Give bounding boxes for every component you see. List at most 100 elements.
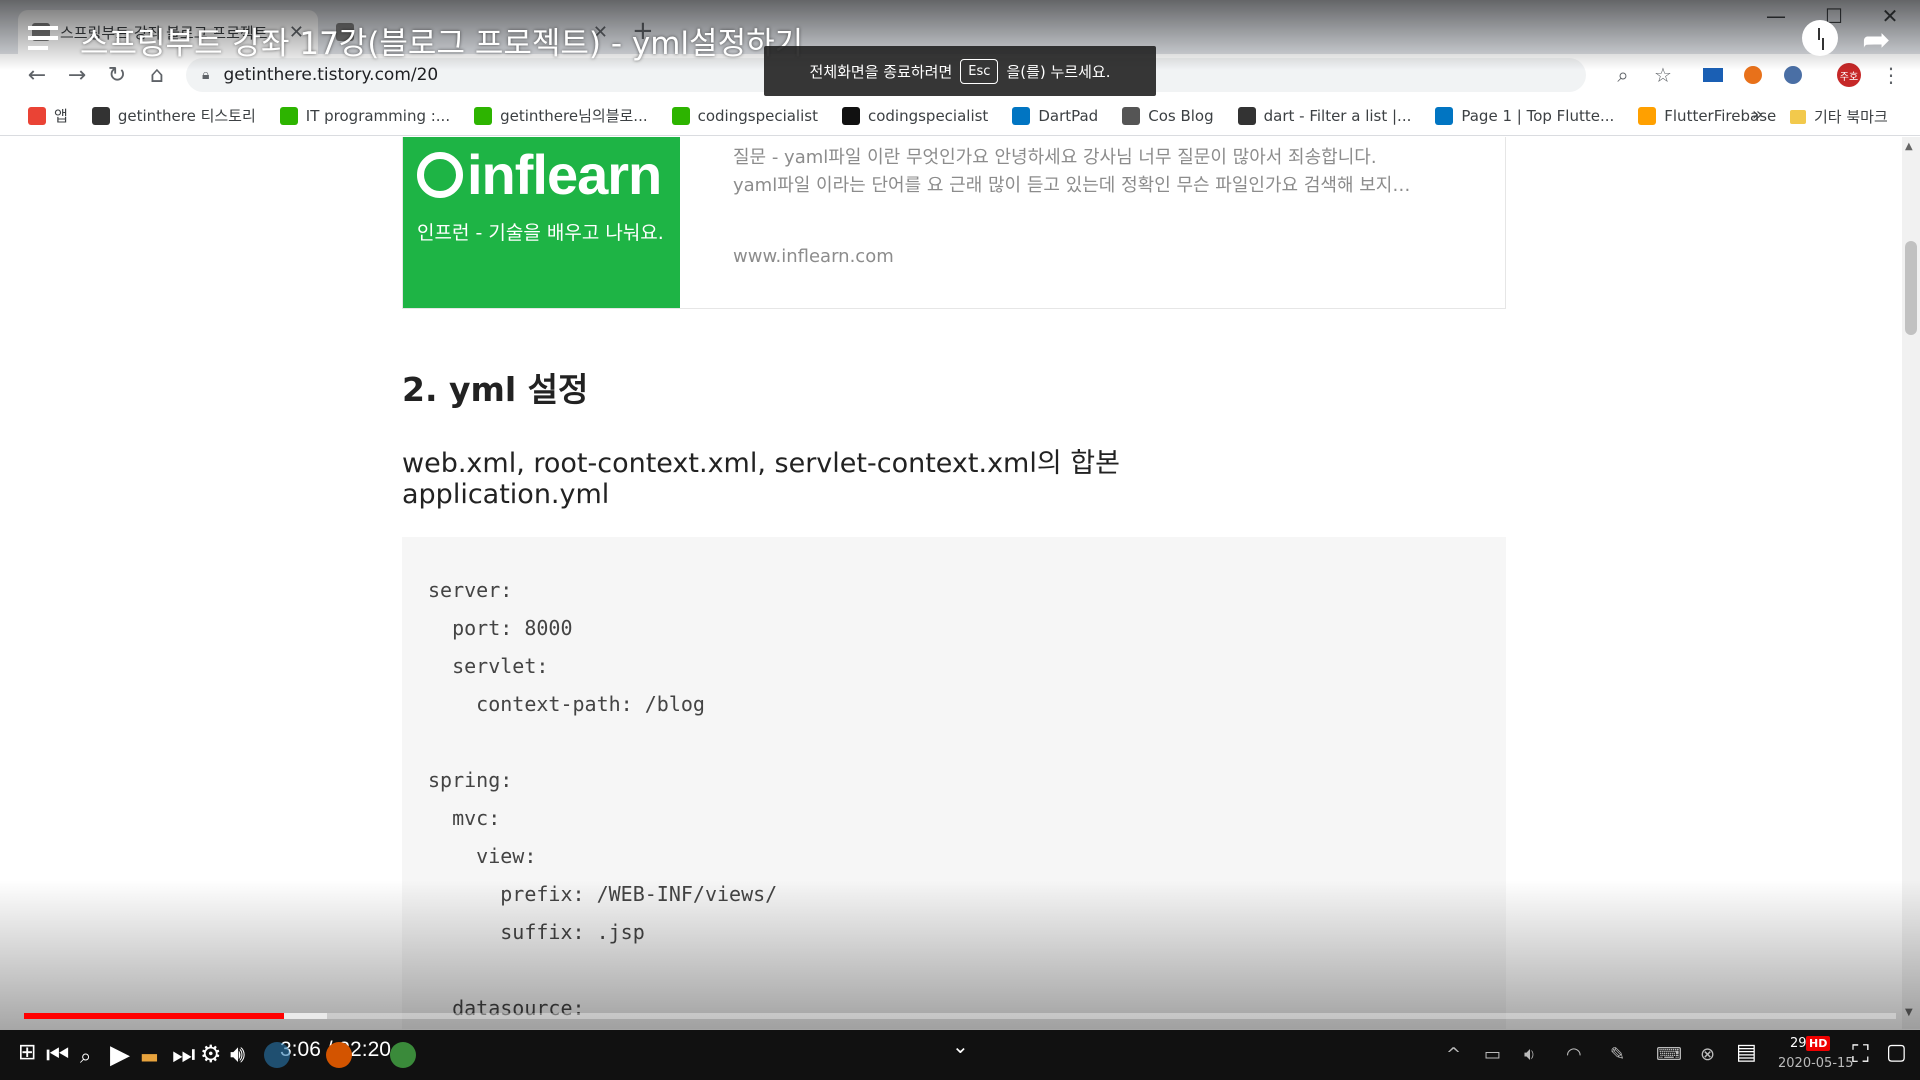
profile-avatar[interactable]: 주호 [1836,62,1862,88]
bookmark-item[interactable]: Page 1 | Top Flutte... [1435,106,1615,125]
windows-start-icon[interactable]: ⊞ [18,1040,36,1065]
watch-later-clock-icon[interactable] [1802,20,1838,56]
app-taskbar-icon[interactable] [390,1042,416,1068]
other-bookmarks[interactable]: 기타 북마크 [1790,106,1888,127]
notification-icon[interactable]: ▢ [1886,1040,1907,1065]
lock-icon: 🔒︎ [202,67,210,83]
speaker-icon[interactable]: 🔉︎ [1524,1044,1535,1065]
extension-icon[interactable] [1740,62,1766,88]
folder-icon[interactable]: ▬ [140,1044,159,1068]
paragraph: application.yml [402,479,610,510]
bookmark-label: Page 1 | Top Flutte... [1461,106,1615,125]
settings-gear-icon[interactable]: ⚙ [200,1040,222,1068]
scroll-down-icon[interactable]: ▼ [1905,1007,1913,1018]
tistory-icon [91,106,110,125]
taskbar: ⊞ ⏮ ⌕ ▶ ▬ ⏭ ⚙ 🔊︎ 3:06 / 22:20 ⌄ ^ ▭ 🔉︎ ◠… [0,1030,1920,1080]
bookmark-label: 앱 [54,107,68,125]
bookmark-label: DartPad [1038,106,1099,125]
code-line: context-path: /blog [428,692,705,716]
code-lines: server: port: 8000 servlet: context-path… [428,571,777,1027]
extension-icon[interactable] [1700,62,1726,88]
scroll-up-icon[interactable]: ▲ [1905,141,1913,152]
bookmark-label: getinthere님의블로... [500,107,648,125]
bookmark-item[interactable]: codingspecialist [671,106,818,125]
code-line: port: 8000 [428,616,573,640]
bookmark-item[interactable]: 앱 [28,105,68,126]
search-icon[interactable]: ⌕ [80,1044,91,1068]
bookmark-item[interactable]: IT programming :... [279,106,451,125]
bookmark-label: getinthere 티스토리 [117,107,256,125]
logo-tagline: 인프런 - 기술을 배우고 나눠요. [417,222,664,244]
video-title[interactable]: 스프링부트 강좌 17강(블로그 프로젝트) - yml설정하기 [80,18,803,63]
back-arrow-icon[interactable]: ← [22,60,52,90]
bookmark-item[interactable]: getinthere 티스토리 [91,105,256,126]
share-arrow-icon[interactable]: ➦ [1862,20,1891,60]
page-scrollbar[interactable]: ▲ ▼ [1902,137,1920,1029]
volume-icon[interactable]: 🔊︎ [230,1040,245,1068]
logo-wordmark: inflearn [417,142,662,207]
extension-icon[interactable] [1780,62,1806,88]
bookmark-item[interactable]: DartPad [1012,106,1099,125]
play-icon[interactable]: ▶ [110,1040,130,1070]
code-line: server: [428,578,513,602]
esc-key-badge: Esc [960,58,999,84]
video-progress-bar[interactable] [24,1013,1896,1019]
exit-fullscreen-icon[interactable]: ⛶ [1852,1040,1869,1068]
flutter-icon [1435,106,1454,125]
clock-date: 2020-05-15 [1778,1056,1854,1071]
paragraph: web.xml, root-context.xml, servlet-conte… [402,448,1120,479]
section-heading: 2. yml 설정 [402,370,589,409]
card-host: www.inflearn.com [733,246,894,267]
firebase-icon [1638,106,1657,125]
bookmark-label: codingspecialist [867,106,989,125]
wifi-icon[interactable]: ◠ [1566,1044,1582,1065]
zoom-icon[interactable]: ⌕ [1610,62,1636,88]
forward-arrow-icon[interactable]: → [62,60,92,90]
code-line: datasource: [428,996,585,1020]
bookmark-label: codingspecialist [697,106,818,125]
blog-icon [474,106,493,125]
tray-expand-icon[interactable]: ^ [1446,1044,1461,1065]
home-icon[interactable]: ⌂ [142,60,172,90]
playlist-icon[interactable] [28,26,58,56]
battery-icon: ▭ [1484,1044,1502,1065]
minimize-icon[interactable]: — [1756,4,1796,28]
reload-icon[interactable]: ↻ [102,60,132,90]
globe-icon [1122,106,1141,125]
inflearn-logo: inflearn 인프런 - 기술을 배우고 나눠요. [403,137,680,308]
link-preview-card[interactable]: inflearn 인프런 - 기술을 배우고 나눠요. 질문 - yaml파일 … [402,137,1506,309]
bookmark-item[interactable]: codingspecialist [841,106,989,125]
next-icon[interactable]: ⏭ [172,1040,195,1071]
chrome-taskbar-icon[interactable] [264,1042,290,1068]
other-bookmarks-label: 기타 북마크 [1814,108,1888,126]
bookmark-label: IT programming :... [305,106,451,125]
butler-icon [1237,106,1256,125]
previous-icon[interactable]: ⏮ [46,1040,69,1071]
url-text: getinthere.tistory.com/20 [223,65,439,85]
pen-icon[interactable]: ✎ [1610,1044,1625,1065]
code-block: server: port: 8000 servlet: context-path… [402,537,1506,1029]
github-icon [841,106,860,125]
menu-kebab-icon[interactable]: ⋮ [1878,62,1904,88]
bookmarks-overflow-icon[interactable]: » [1752,104,1763,125]
bookmark-star-icon[interactable]: ☆ [1650,62,1676,88]
clock-time: 29 [1790,1036,1807,1051]
card-description: 질문 - yaml파일 이란 무엇인가요 안녕하세요 강사님 너무 질문이 많아… [733,147,1411,196]
bookmark-item[interactable]: getinthere님의블로... [474,105,648,126]
close-circle-icon[interactable]: ⊗ [1700,1044,1715,1065]
code-line: mvc: [428,806,501,830]
keyboard-icon[interactable]: ⌨ [1656,1044,1682,1065]
bookmark-item[interactable]: dart - Filter a list |... [1237,106,1412,125]
bookmark-item[interactable]: Cos Blog [1122,106,1214,125]
progress-played [24,1013,285,1019]
code-line: prefix: /WEB-INF/views/ [428,882,778,906]
chevron-down-icon[interactable]: ⌄ [952,1034,969,1058]
scroll-thumb[interactable] [1905,241,1917,335]
blog-icon [279,106,298,125]
app-taskbar-icon[interactable] [326,1042,352,1068]
code-line: servlet: [428,654,549,678]
subtitles-icon[interactable]: ▤ [1736,1040,1757,1065]
bookmark-label: dart - Filter a list |... [1263,106,1412,125]
